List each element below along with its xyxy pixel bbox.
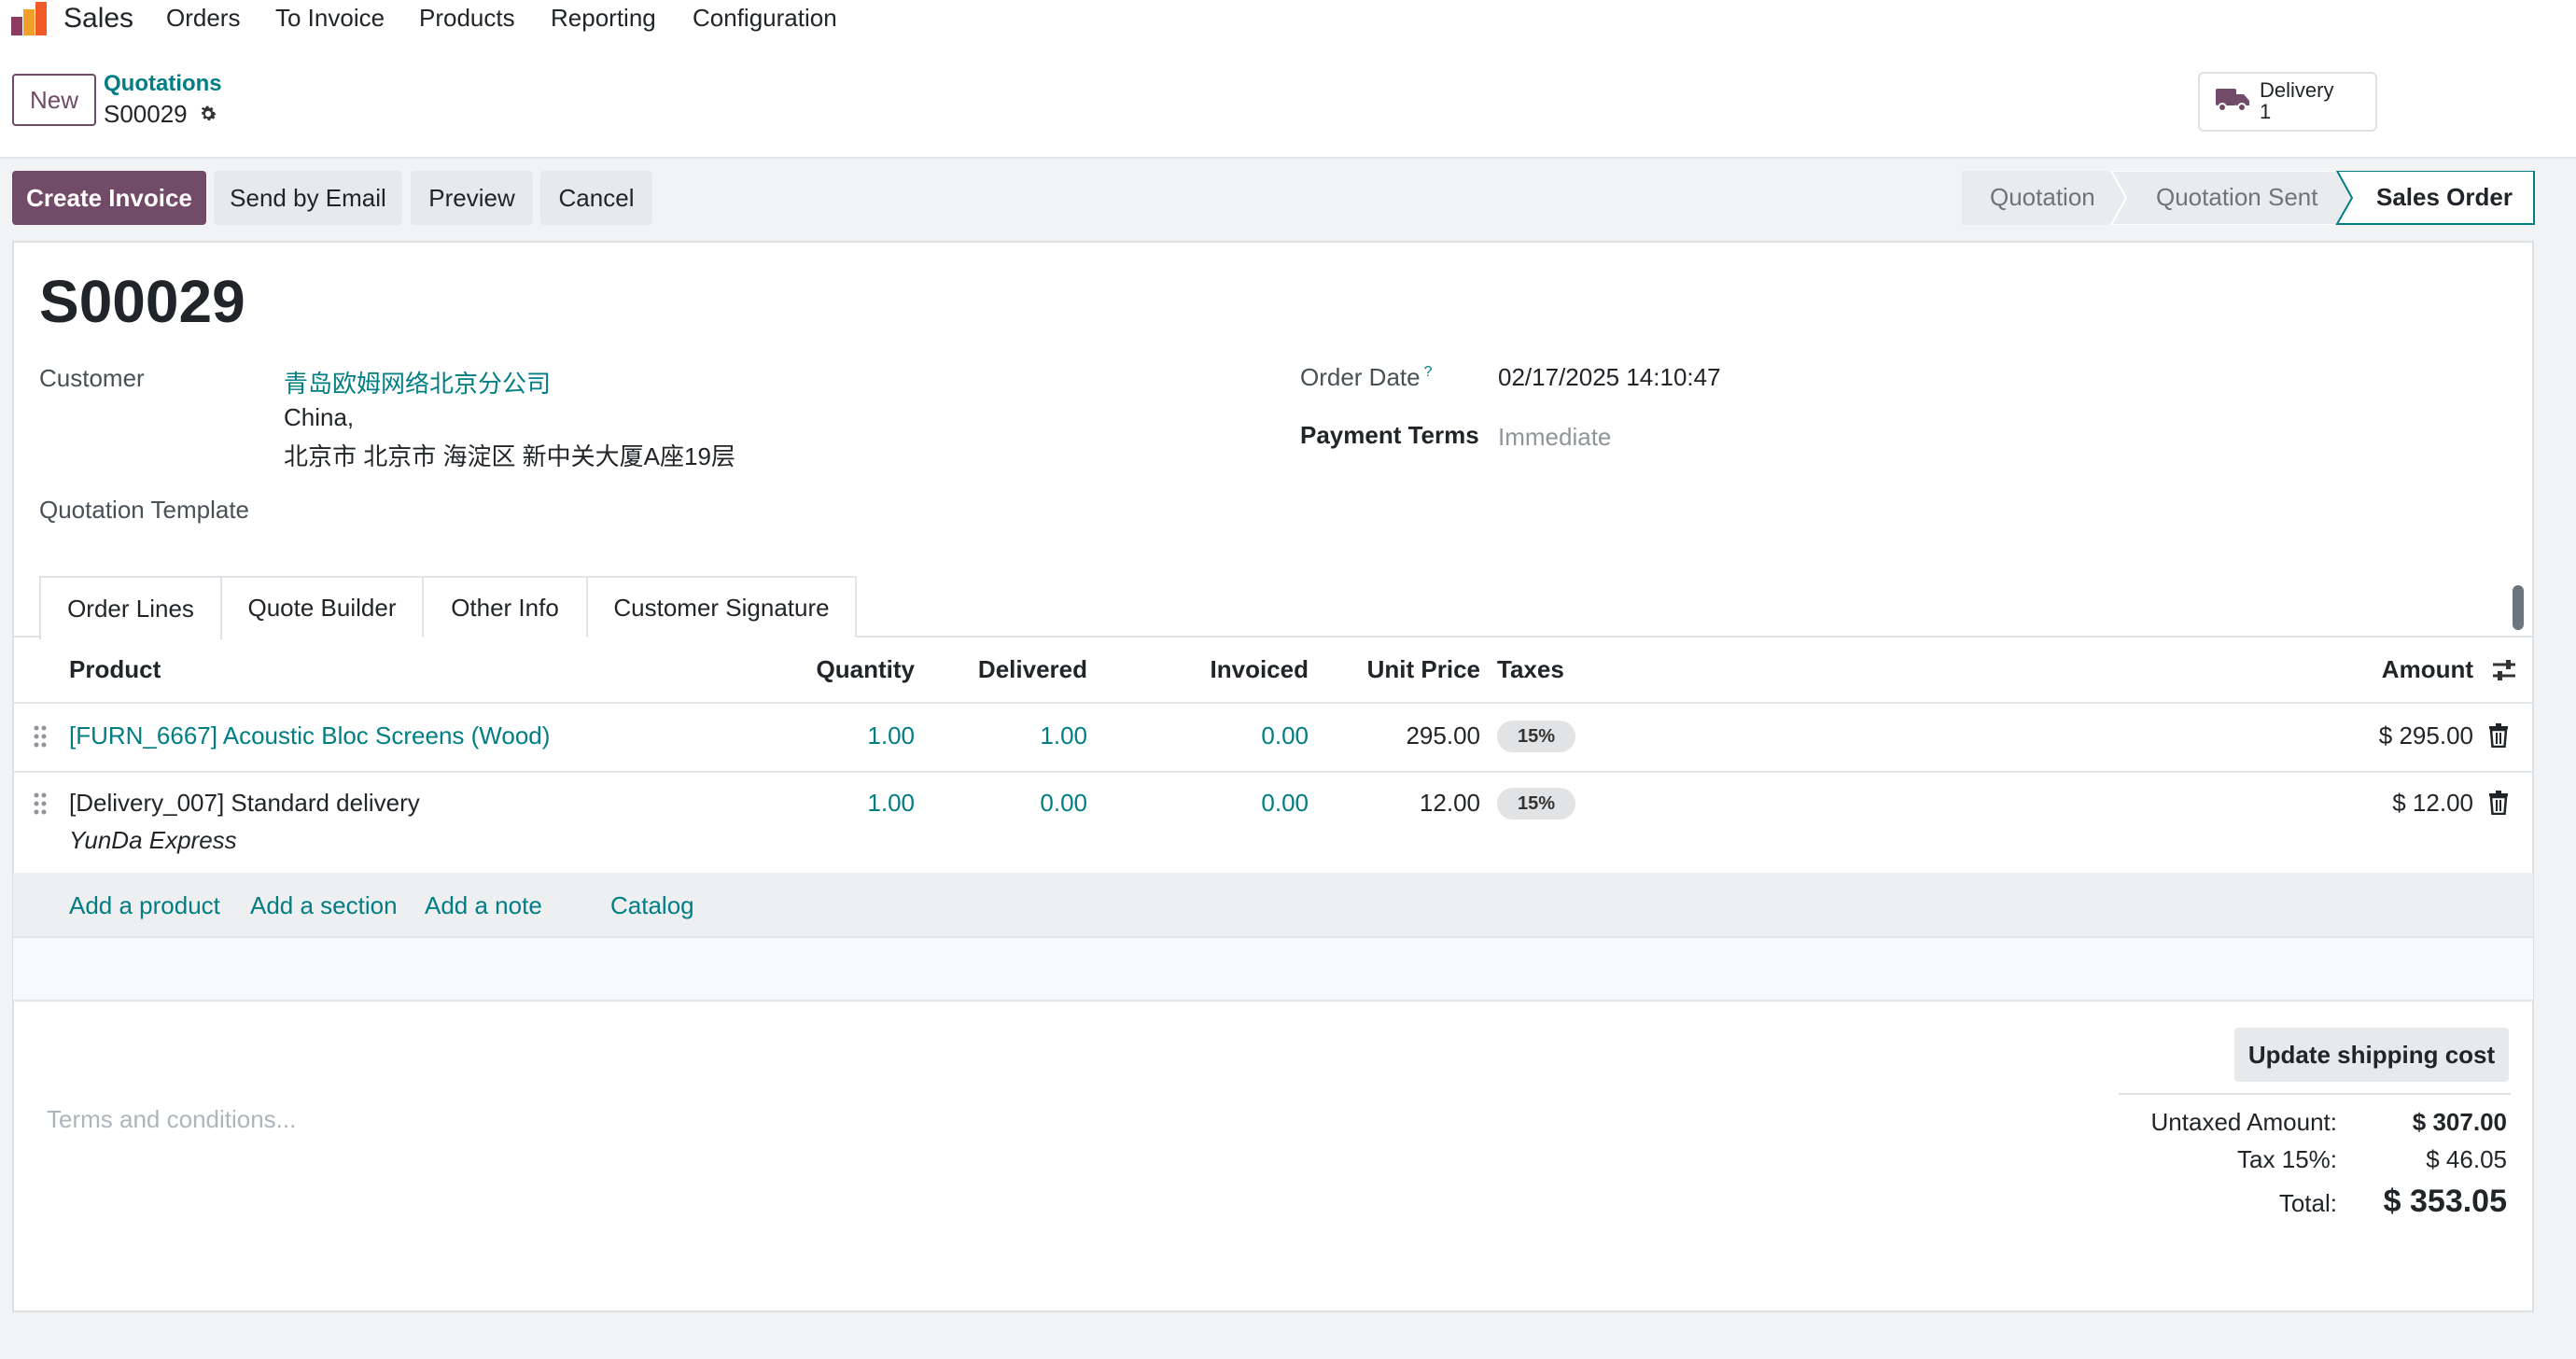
breadcrumb-quotations[interactable]: Quotations xyxy=(104,71,222,97)
row2-amount: $ 12.00 xyxy=(2392,789,2473,817)
gear-icon[interactable] xyxy=(198,104,218,124)
col-quantity[interactable]: Quantity xyxy=(765,655,915,684)
add-product-link[interactable]: Add a product xyxy=(69,891,220,920)
status-quotation[interactable]: Quotation xyxy=(1990,183,2095,212)
breadcrumb-current: S00029 xyxy=(104,100,218,129)
row1-product[interactable]: [FURN_6667] Acoustic Bloc Screens (Wood) xyxy=(69,722,550,750)
col-taxes[interactable]: Taxes xyxy=(1497,655,1564,684)
table-row[interactable] xyxy=(13,773,2533,872)
send-by-email-button[interactable]: Send by Email xyxy=(214,171,402,225)
customer-link[interactable]: 青岛欧姆网络北京分公司 xyxy=(284,365,551,399)
drag-handle-icon[interactable] xyxy=(34,792,47,815)
tab-other-info[interactable]: Other Info xyxy=(422,576,588,637)
delete-line-icon[interactable] xyxy=(2488,791,2509,815)
row1-quantity[interactable]: 1.00 xyxy=(765,722,915,750)
nav-configuration[interactable]: Configuration xyxy=(693,4,837,33)
total-label: Total: xyxy=(2278,1189,2337,1217)
untaxed-amount-value: $ 307.00 xyxy=(2412,1108,2507,1136)
status-quotation-sent[interactable]: Quotation Sent xyxy=(2156,183,2317,212)
sales-app-icon[interactable] xyxy=(9,2,49,37)
row1-tax-badge[interactable]: 15% xyxy=(1497,721,1575,752)
row1-delivered[interactable]: 1.00 xyxy=(933,722,1087,750)
preview-button[interactable]: Preview xyxy=(411,171,533,225)
row2-invoiced[interactable]: 0.00 xyxy=(1120,789,1309,818)
total-value: $ 353.05 xyxy=(2383,1184,2507,1219)
col-unit-price[interactable]: Unit Price xyxy=(1325,655,1480,684)
help-tooltip-icon[interactable]: ? xyxy=(1424,364,1433,380)
row2-quantity[interactable]: 1.00 xyxy=(765,789,915,818)
add-note-link[interactable]: Add a note xyxy=(425,891,542,920)
untaxed-amount-label: Untaxed Amount: xyxy=(2150,1108,2337,1136)
table-end-divider xyxy=(13,1000,2533,1002)
col-product[interactable]: Product xyxy=(69,655,161,684)
top-navbar: Sales Orders To Invoice Products Reporti… xyxy=(0,0,2576,41)
status-bar: Quotation Quotation Sent Sales Order xyxy=(1962,171,2535,225)
delete-line-icon[interactable] xyxy=(2488,723,2509,748)
drag-handle-icon[interactable] xyxy=(34,725,47,748)
delivery-count: 1 xyxy=(2260,100,2272,123)
update-shipping-cost-button[interactable]: Update shipping cost xyxy=(2234,1028,2509,1082)
order-title: S00029 xyxy=(39,268,245,335)
create-invoice-button[interactable]: Create Invoice xyxy=(12,171,206,225)
row1-unit-price[interactable]: 295.00 xyxy=(1325,722,1480,750)
table-empty-space xyxy=(13,938,2533,1000)
customer-address-line2: 北京市 北京市 海淀区 新中关大厦A座19层 xyxy=(284,442,735,470)
nav-products[interactable]: Products xyxy=(419,4,515,33)
breadcrumb-current-label: S00029 xyxy=(104,100,188,128)
app-name[interactable]: Sales xyxy=(63,3,133,35)
order-date-label: Order Date? xyxy=(1300,363,1433,392)
control-panel xyxy=(0,41,2576,159)
col-delivered[interactable]: Delivered xyxy=(933,655,1087,684)
col-amount[interactable]: Amount xyxy=(2287,655,2473,684)
catalog-link[interactable]: Catalog xyxy=(610,891,694,920)
customer-label: Customer xyxy=(39,364,145,392)
row2-unit-price[interactable]: 12.00 xyxy=(1325,789,1480,818)
order-date-value[interactable]: 02/17/2025 14:10:47 xyxy=(1498,363,1721,392)
row2-product[interactable]: [Delivery_007] Standard delivery xyxy=(69,789,420,818)
payment-terms-value[interactable]: Immediate xyxy=(1498,423,1611,452)
tax-label: Tax 15%: xyxy=(2237,1145,2337,1173)
cancel-button[interactable]: Cancel xyxy=(540,171,652,225)
row2-description[interactable]: YunDa Express xyxy=(69,826,237,855)
nav-orders[interactable]: Orders xyxy=(166,4,240,33)
terms-and-conditions-field[interactable]: Terms and conditions... xyxy=(47,1105,296,1134)
status-sales-order: Sales Order xyxy=(2376,183,2513,211)
quotation-template-label: Quotation Template xyxy=(39,496,249,524)
nav-reporting[interactable]: Reporting xyxy=(551,4,656,33)
row2-tax-badge[interactable]: 15% xyxy=(1497,788,1575,820)
row2-delivered[interactable]: 0.00 xyxy=(933,789,1087,818)
col-invoiced[interactable]: Invoiced xyxy=(1120,655,1309,684)
add-section-link[interactable]: Add a section xyxy=(250,891,398,920)
order-date-label-text: Order Date xyxy=(1300,363,1421,391)
tab-quote-builder[interactable]: Quote Builder xyxy=(220,576,424,637)
truck-icon xyxy=(2216,89,2249,112)
payment-terms-label: Payment Terms xyxy=(1300,421,1479,449)
new-button[interactable]: New xyxy=(12,74,96,126)
tax-value: $ 46.05 xyxy=(2426,1145,2507,1173)
totals-divider xyxy=(2119,1093,2511,1095)
tab-customer-signature[interactable]: Customer Signature xyxy=(586,576,857,637)
customer-address-line1: China, xyxy=(284,403,355,431)
tab-order-lines[interactable]: Order Lines xyxy=(39,576,222,639)
optional-columns-icon[interactable] xyxy=(2492,659,2516,681)
row1-amount: $ 295.00 xyxy=(2378,722,2473,750)
row1-invoiced[interactable]: 0.00 xyxy=(1120,722,1309,750)
nav-to-invoice[interactable]: To Invoice xyxy=(275,4,385,33)
scrollbar[interactable] xyxy=(2513,585,2524,630)
